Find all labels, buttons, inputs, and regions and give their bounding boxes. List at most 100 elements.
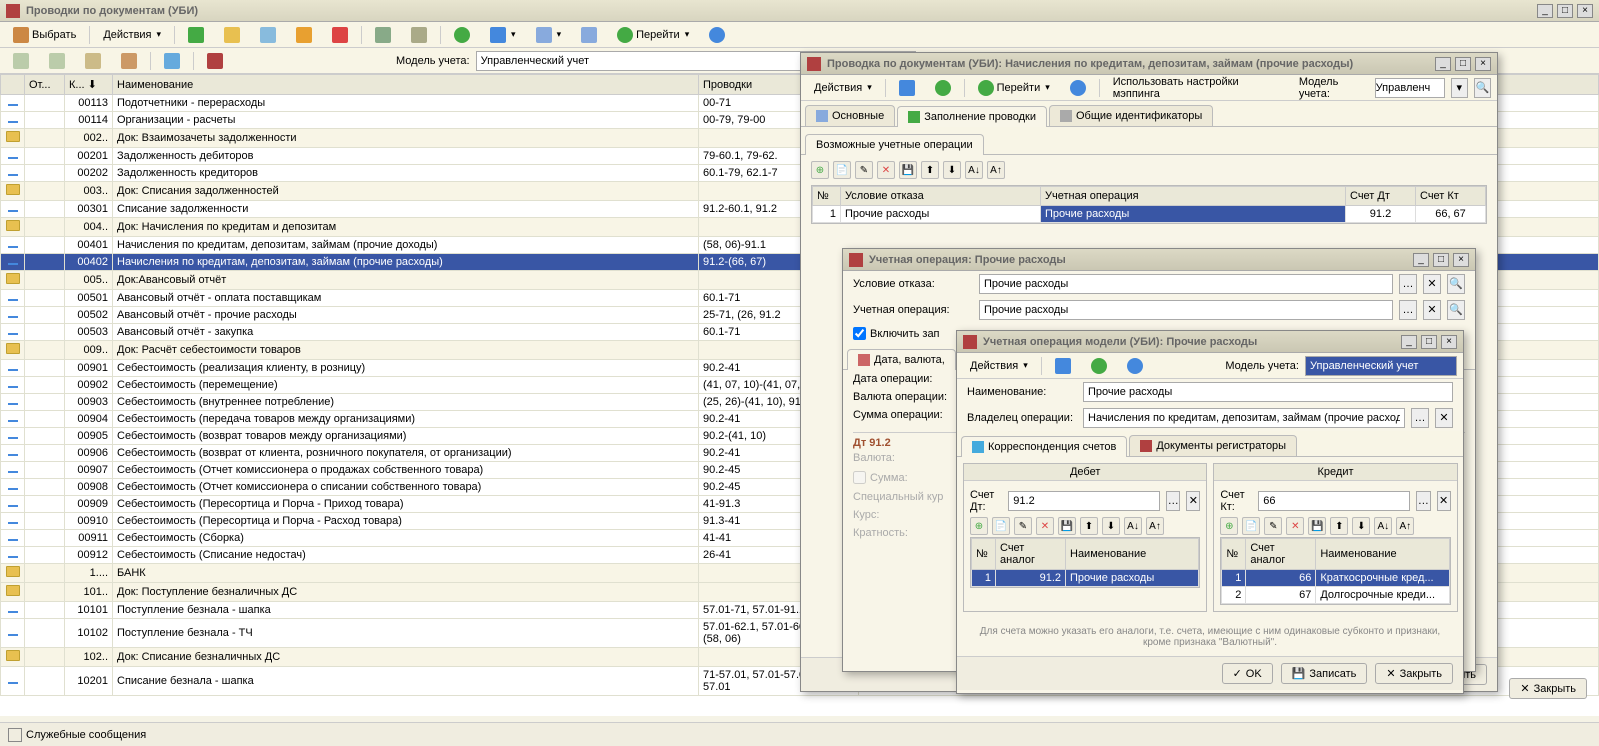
- win3-owner-input[interactable]: [1083, 408, 1405, 428]
- edit-button[interactable]: [289, 24, 319, 46]
- filter-dropdown[interactable]: [483, 24, 523, 46]
- win3-close[interactable]: ×: [1441, 335, 1457, 349]
- acc-kt-input[interactable]: [1258, 491, 1410, 511]
- add-button[interactable]: [181, 24, 211, 46]
- tb2-btn4[interactable]: [114, 50, 144, 72]
- refuse-clear[interactable]: …: [1399, 274, 1417, 294]
- refuse-x[interactable]: ✕: [1423, 274, 1441, 294]
- w1-add[interactable]: ⊕: [811, 161, 829, 179]
- w1-up[interactable]: ⬆: [921, 161, 939, 179]
- close-button[interactable]: ×: [1577, 4, 1593, 18]
- goto-dropdown[interactable]: Перейти: [610, 24, 696, 46]
- win3-min[interactable]: _: [1401, 335, 1417, 349]
- win1-help[interactable]: [1063, 77, 1093, 99]
- win3-owner-x[interactable]: ✕: [1435, 408, 1453, 428]
- win3-actions[interactable]: Действия: [963, 357, 1035, 375]
- debit-row[interactable]: 191.2Прочие расходы: [972, 570, 1199, 587]
- kt-up[interactable]: ⬆: [1330, 517, 1348, 535]
- tb2-btn3[interactable]: [78, 50, 108, 72]
- win1-save-btn[interactable]: [892, 77, 922, 99]
- include-checkbox[interactable]: [853, 327, 866, 340]
- win1-model-open[interactable]: 🔍: [1474, 78, 1491, 98]
- win3-max[interactable]: □: [1421, 335, 1437, 349]
- dt-del[interactable]: ✕: [1036, 517, 1054, 535]
- w1-save[interactable]: 💾: [899, 161, 917, 179]
- credit-row[interactable]: 166Краткосрочные кред...: [1222, 570, 1449, 587]
- win1-use-mapping[interactable]: Использовать настройки мэппинга: [1106, 73, 1287, 103]
- copy-button[interactable]: [253, 24, 283, 46]
- op-input[interactable]: [979, 300, 1393, 320]
- w1-copy[interactable]: 📄: [833, 161, 851, 179]
- win3-save-tb[interactable]: [1048, 355, 1078, 377]
- win3-close-btn[interactable]: ✕ Закрыть: [1375, 663, 1453, 684]
- win3-help[interactable]: [1120, 355, 1150, 377]
- tb2-btn5[interactable]: [157, 50, 187, 72]
- select-button[interactable]: Выбрать: [6, 24, 83, 46]
- win1-min[interactable]: _: [1435, 57, 1451, 71]
- kt-edit[interactable]: ✎: [1264, 517, 1282, 535]
- kt-sd[interactable]: A↑: [1396, 517, 1414, 535]
- dt-add[interactable]: ⊕: [970, 517, 988, 535]
- refresh-button[interactable]: [447, 24, 477, 46]
- win1-actions[interactable]: Действия: [807, 79, 879, 97]
- w1-down[interactable]: ⬇: [943, 161, 961, 179]
- tab-possible-ops[interactable]: Возможные учетные операции: [805, 134, 984, 155]
- acc-kt-sel[interactable]: …: [1416, 491, 1430, 511]
- win1-model-dropdown[interactable]: ▾: [1451, 78, 1468, 98]
- win1-close[interactable]: ×: [1475, 57, 1491, 71]
- win1-refresh-btn[interactable]: [928, 77, 958, 99]
- win2-close[interactable]: ×: [1453, 253, 1469, 267]
- outer-close-button[interactable]: ✕ Закрыть: [1509, 678, 1587, 699]
- acc-kt-x[interactable]: ✕: [1437, 491, 1451, 511]
- dt-save[interactable]: 💾: [1058, 517, 1076, 535]
- kt-add[interactable]: ⊕: [1220, 517, 1238, 535]
- kt-save[interactable]: 💾: [1308, 517, 1326, 535]
- dt-down[interactable]: ⬇: [1102, 517, 1120, 535]
- kt-sa[interactable]: A↓: [1374, 517, 1392, 535]
- dt-sd[interactable]: A↑: [1146, 517, 1164, 535]
- minimize-button[interactable]: _: [1537, 4, 1553, 18]
- tb2-btn2[interactable]: [42, 50, 72, 72]
- tab-fill[interactable]: Заполнение проводки: [897, 106, 1047, 127]
- dt-edit[interactable]: ✎: [1014, 517, 1032, 535]
- dt-copy[interactable]: 📄: [992, 517, 1010, 535]
- win3-owner-sel[interactable]: …: [1411, 408, 1429, 428]
- add-folder-button[interactable]: [217, 24, 247, 46]
- col-name[interactable]: Наименование: [113, 75, 699, 95]
- clear-filter-button[interactable]: [574, 24, 604, 46]
- op-open[interactable]: 🔍: [1447, 300, 1465, 320]
- op-x[interactable]: ✕: [1423, 300, 1441, 320]
- actions-dropdown[interactable]: Действия: [96, 26, 168, 44]
- tab-corr[interactable]: Корреспонденция счетов: [961, 436, 1127, 457]
- tab-date-currency[interactable]: Дата, валюта,: [847, 349, 956, 370]
- tab-docs[interactable]: Документы регистраторы: [1129, 435, 1297, 456]
- win3-save[interactable]: 💾 Записать: [1281, 663, 1368, 684]
- kt-copy[interactable]: 📄: [1242, 517, 1260, 535]
- acc-dt-input[interactable]: [1008, 491, 1160, 511]
- w1-del[interactable]: ✕: [877, 161, 895, 179]
- kt-down[interactable]: ⬇: [1352, 517, 1370, 535]
- win1-goto[interactable]: Перейти: [971, 77, 1057, 99]
- win3-refresh-tb[interactable]: [1084, 355, 1114, 377]
- delete-mark-button[interactable]: [325, 24, 355, 46]
- dt-sa[interactable]: A↓: [1124, 517, 1142, 535]
- tb2-btn1[interactable]: [6, 50, 36, 72]
- col-code[interactable]: К... ⬇: [65, 75, 113, 95]
- dt-up[interactable]: ⬆: [1080, 517, 1098, 535]
- win3-model-input[interactable]: [1305, 356, 1457, 376]
- op-clear[interactable]: …: [1399, 300, 1417, 320]
- help-button[interactable]: [702, 24, 732, 46]
- tab-main[interactable]: Основные: [805, 105, 895, 126]
- tb2-btn6[interactable]: [200, 50, 230, 72]
- maximize-button[interactable]: □: [1557, 4, 1573, 18]
- hierarchy-button[interactable]: [368, 24, 398, 46]
- kt-del[interactable]: ✕: [1286, 517, 1304, 535]
- sort-dropdown[interactable]: [529, 24, 569, 46]
- win3-ok[interactable]: ✓ OK: [1222, 663, 1273, 684]
- win3-name-input[interactable]: [1083, 382, 1453, 402]
- refuse-input[interactable]: [979, 274, 1393, 294]
- win1-grid-row[interactable]: 1 Прочие расходы Прочие расходы 91.2 66,…: [813, 206, 1486, 223]
- win2-min[interactable]: _: [1413, 253, 1429, 267]
- col-mark[interactable]: От...: [25, 75, 65, 95]
- credit-row[interactable]: 267Долгосрочные креди...: [1222, 587, 1449, 604]
